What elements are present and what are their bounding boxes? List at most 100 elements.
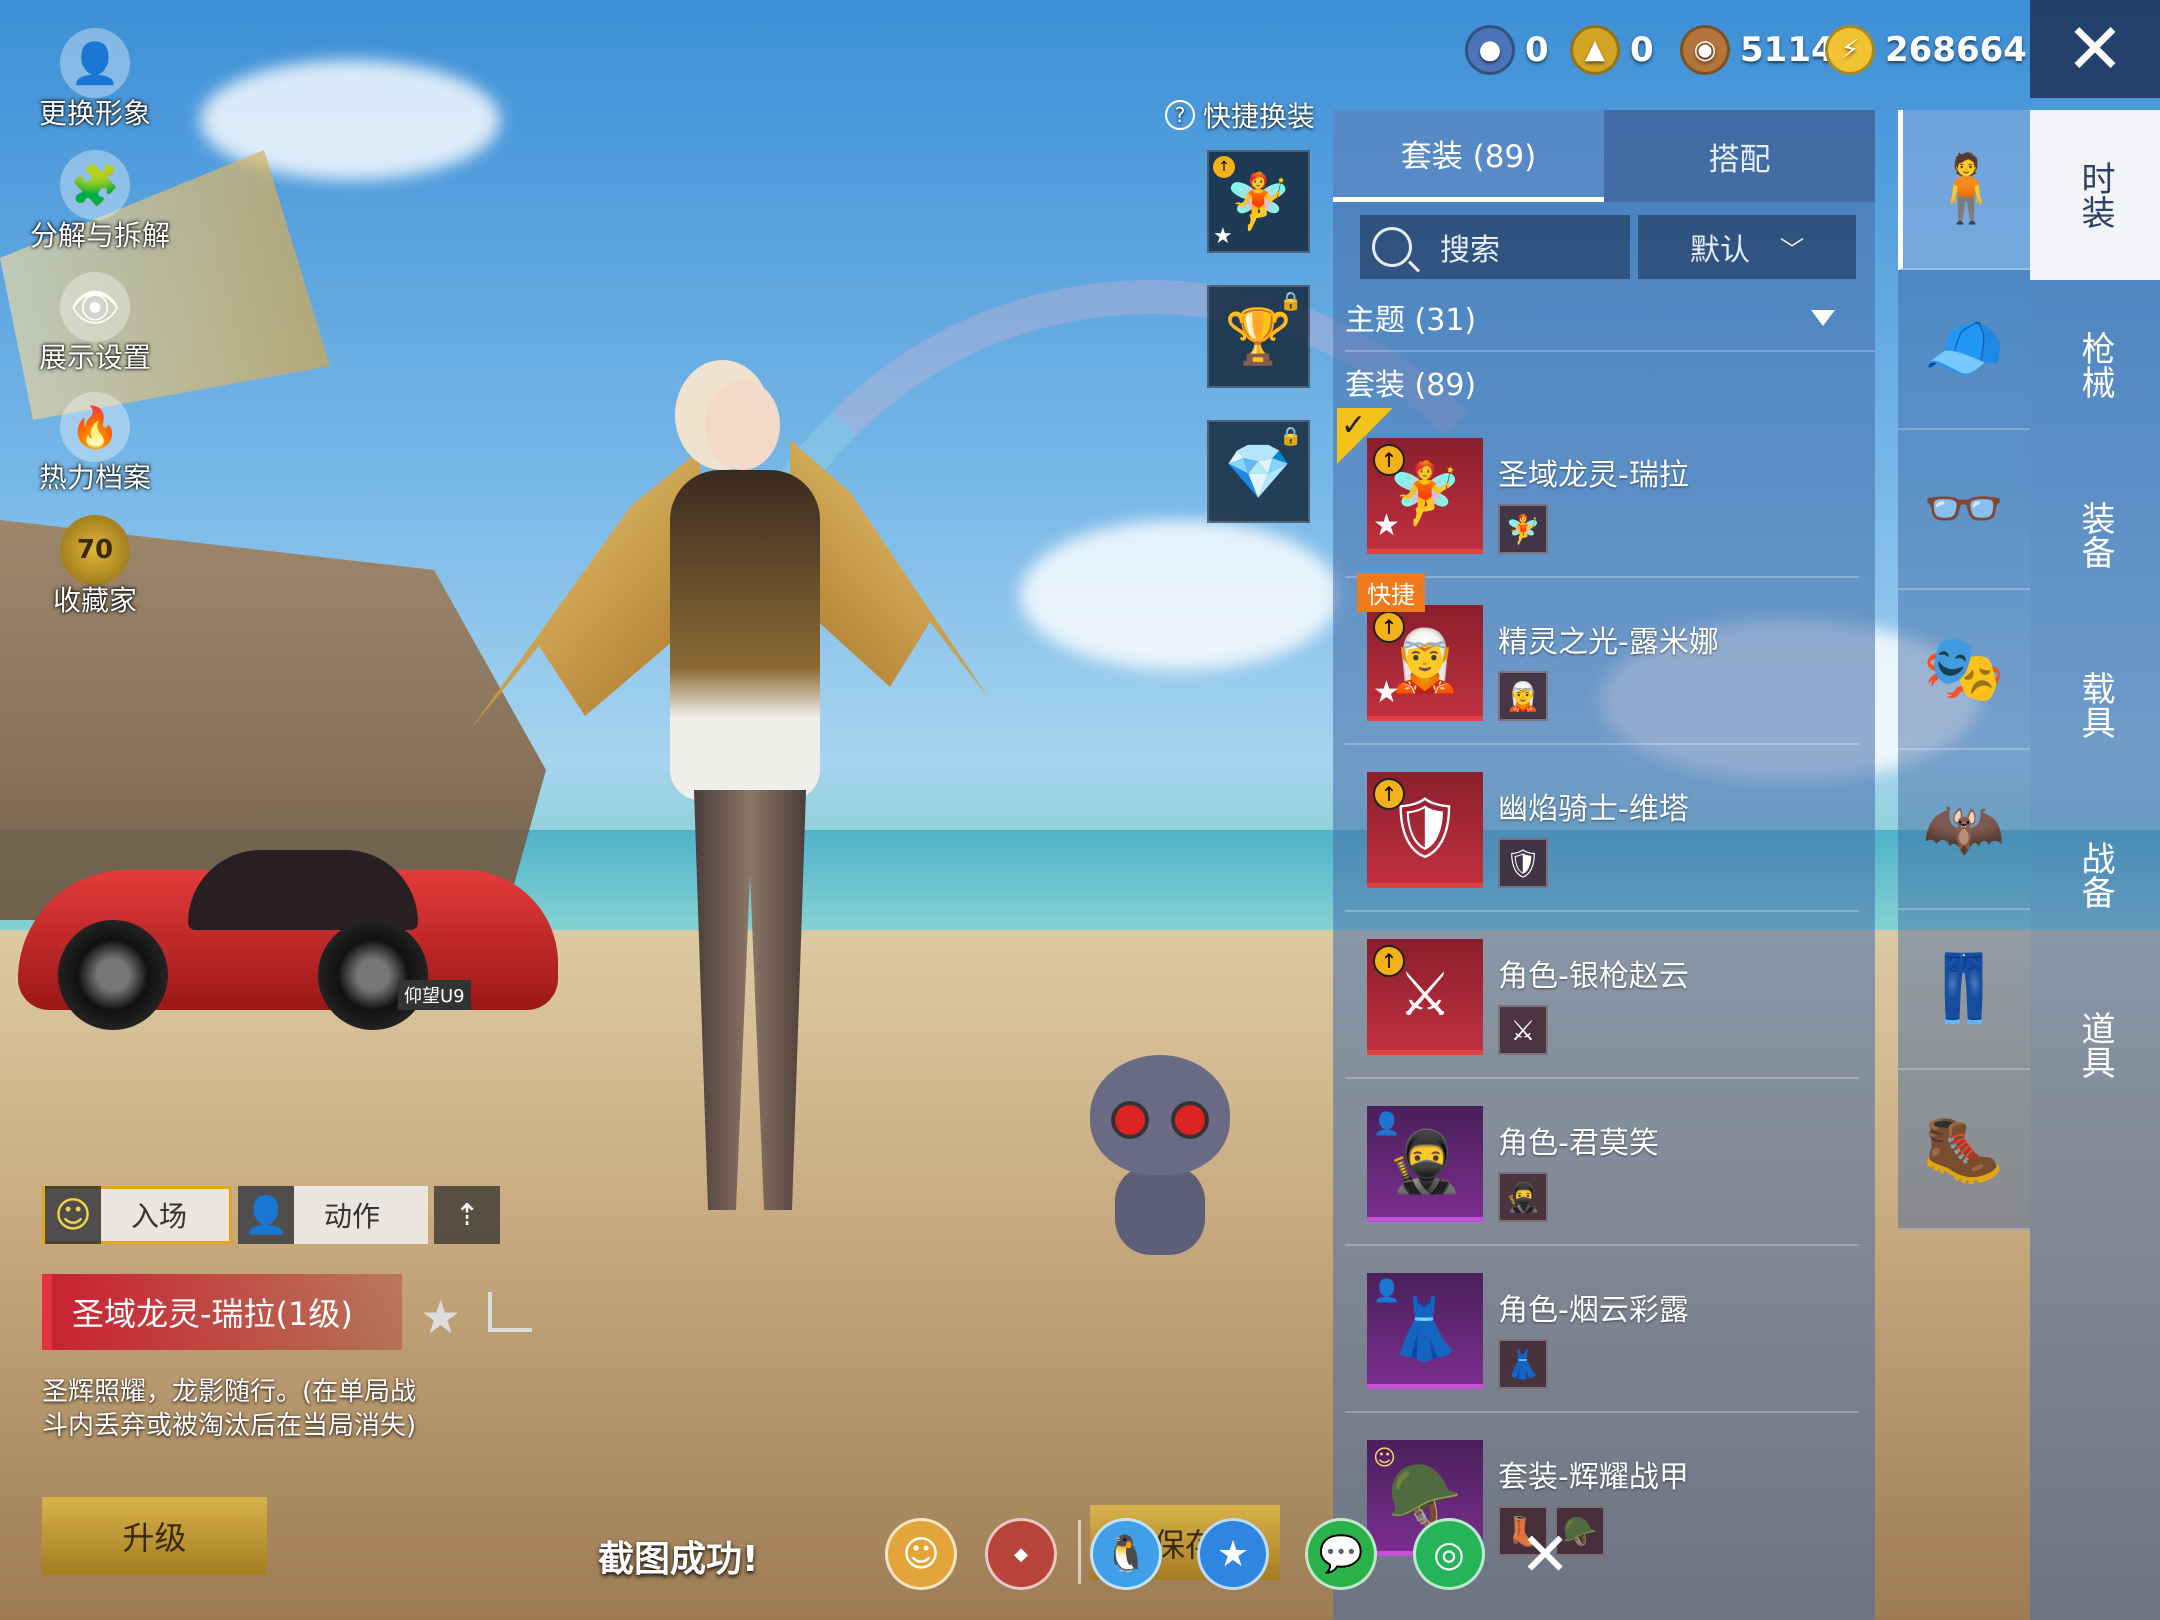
winged-outfit-icon[interactable]: 🦇 bbox=[1898, 750, 2030, 910]
item-name: 角色-君莫笑 bbox=[1498, 1126, 1659, 1161]
decompose-label: 分解与拆解 bbox=[30, 219, 171, 252]
glasses-icon[interactable]: 👓 bbox=[1898, 430, 2030, 590]
friend-icon[interactable]: ☺ bbox=[885, 1518, 957, 1590]
category-column: 🧍 🧢 👓 🎭 🦇 👖 🥾 bbox=[1898, 110, 2030, 1230]
tab-label: 装备 bbox=[2075, 501, 2115, 569]
item-thumbnail: 👗 👤 bbox=[1367, 1273, 1483, 1389]
boots-icon[interactable]: 🥾 bbox=[1898, 1070, 2030, 1230]
item-name: 精灵之光-露米娜 bbox=[1498, 625, 1719, 660]
star-icon: ★ bbox=[1373, 508, 1400, 543]
screenshot-toast: 截图成功! bbox=[598, 1539, 759, 1580]
outfit-description: 圣辉照耀，龙影随行。(在单局战斗内丢弃或被淘汰后在当局消失) bbox=[42, 1377, 417, 1441]
motion-button[interactable]: 👤 动作 bbox=[238, 1186, 428, 1244]
search-row: 搜索 默认 ﹀ bbox=[1360, 215, 1860, 279]
crest-coin-icon: ▲ bbox=[1570, 25, 1620, 75]
wheel bbox=[318, 920, 428, 1030]
qzone-icon[interactable]: ★ bbox=[1197, 1518, 1269, 1590]
wechat-icon[interactable]: 💬 bbox=[1305, 1518, 1377, 1590]
currency-value: 268664 bbox=[1885, 30, 2027, 70]
motion-label: 动作 bbox=[324, 1200, 381, 1233]
search-label: 搜索 bbox=[1440, 233, 1500, 268]
list-item[interactable]: 👗 👤 角色-烟云彩露 👗 bbox=[1345, 1263, 1859, 1413]
entrance-label: 入场 bbox=[131, 1200, 188, 1233]
tab-combat-gear[interactable]: 战备 bbox=[2030, 790, 2160, 960]
theme-header[interactable]: 主题 (31) bbox=[1345, 295, 1476, 339]
wheel bbox=[58, 920, 168, 1030]
diamond-icon: 💎 bbox=[1224, 439, 1293, 503]
tab-label: 时装 bbox=[2075, 161, 2115, 229]
caret-down-icon[interactable] bbox=[1811, 310, 1835, 326]
share-icon[interactable] bbox=[488, 1292, 532, 1332]
puzzle-icon: 🧩 bbox=[60, 150, 130, 220]
arrow-up-icon: ⇡ bbox=[454, 1197, 480, 1233]
close-button[interactable]: ✕ bbox=[2030, 0, 2160, 98]
part-icon: 🛡 bbox=[1498, 838, 1548, 888]
upgrade-badge-icon: ↑ bbox=[1373, 945, 1405, 977]
quick-slot-diamond[interactable]: 💎 🔒 bbox=[1207, 420, 1310, 523]
tab-items[interactable]: 道具 bbox=[2030, 960, 2160, 1130]
part-icon: 🧝 bbox=[1498, 671, 1548, 721]
outfit-icon: 🧚 bbox=[1224, 169, 1293, 233]
upgrade-button[interactable]: 升级 bbox=[42, 1497, 267, 1575]
item-name: 角色-烟云彩露 bbox=[1498, 1293, 1689, 1328]
list-item[interactable]: ⚔ ↑ 角色-银枪赵云 ⚔ bbox=[1345, 929, 1859, 1079]
list-item[interactable]: 🥷 👤 角色-君莫笑 🥷 bbox=[1345, 1096, 1859, 1246]
tab-combos[interactable]: 搭配 bbox=[1604, 110, 1875, 202]
list-item[interactable]: 🧚 ↑ ★ ✓ 圣域龙灵-瑞拉 🧚 bbox=[1337, 408, 1859, 578]
currency-value: 5114 bbox=[1740, 30, 1835, 70]
tab-suits[interactable]: 套装 (89) bbox=[1333, 110, 1604, 202]
upgrade-badge-icon: ↑ bbox=[1373, 444, 1405, 476]
currency-lightning: ⚡ 268664 bbox=[1825, 22, 2027, 78]
game-for-peace-icon[interactable]: ◆ bbox=[985, 1518, 1057, 1590]
outfit-icon: ⚔ bbox=[1398, 959, 1452, 1030]
tab-label: 枪械 bbox=[2075, 331, 2115, 399]
display-settings-button[interactable]: 👁 展示设置 bbox=[30, 272, 160, 376]
help-icon[interactable]: ? bbox=[1165, 100, 1195, 130]
pet bbox=[1090, 1055, 1230, 1265]
collector-label: 收藏家 bbox=[52, 584, 137, 617]
search-input[interactable]: 搜索 bbox=[1360, 215, 1630, 279]
display-settings-label: 展示设置 bbox=[38, 341, 151, 374]
decompose-button[interactable]: 🧩 分解与拆解 bbox=[30, 150, 171, 254]
quick-slot-trophy[interactable]: 🏆 🔒 bbox=[1207, 285, 1310, 388]
medal-coin-icon: ● bbox=[1465, 25, 1515, 75]
cap-icon[interactable]: 🧢 bbox=[1898, 270, 2030, 430]
heat-profile-button[interactable]: 🔥 热力档案 bbox=[30, 392, 160, 496]
action-row: ☺ 入场 👤 动作 ⇡ bbox=[42, 1186, 500, 1246]
avatar-icon: 👤 bbox=[60, 28, 130, 98]
main-tabs: 时装 枪械 装备 载具 战备 道具 bbox=[2030, 110, 2160, 1620]
tab-label: 战备 bbox=[2075, 841, 2115, 909]
item-thumbnail: ⚔ ↑ bbox=[1367, 939, 1483, 1055]
quick-slot-outfit[interactable]: ↑ 🧚 ★ bbox=[1207, 150, 1310, 253]
item-thumbnail: 🧚 ↑ ★ bbox=[1367, 438, 1483, 554]
moments-icon[interactable]: ◎ bbox=[1413, 1518, 1485, 1590]
pants-icon[interactable]: 👖 bbox=[1898, 910, 2030, 1070]
mask-icon[interactable]: 🎭 bbox=[1898, 590, 2030, 750]
share-divider bbox=[1078, 1520, 1081, 1584]
upgrade-badge-icon: ↑ bbox=[1373, 778, 1405, 810]
collapse-up-button[interactable]: ⇡ bbox=[434, 1186, 500, 1244]
lock-icon: 🔒 bbox=[1279, 426, 1302, 447]
eye-icon: 👁 bbox=[60, 272, 130, 342]
list-item[interactable]: 🛡 ↑ 幽焰骑士-维塔 🛡 bbox=[1345, 762, 1859, 912]
collector-button[interactable]: 70 收藏家 bbox=[30, 515, 160, 619]
close-share-icon[interactable]: ✕ bbox=[1520, 1520, 1570, 1590]
sort-dropdown[interactable]: 默认 ﹀ bbox=[1638, 215, 1856, 279]
list-item[interactable]: 🧝 ↑ ★ 快捷 精灵之光-露米娜 🧝 bbox=[1345, 573, 1859, 745]
quick-change-header[interactable]: ? 快捷换装 bbox=[1165, 95, 1315, 135]
outfit-category-icon[interactable]: 🧍 bbox=[1898, 110, 2030, 270]
tab-guns[interactable]: 枪械 bbox=[2030, 280, 2160, 450]
favorite-star-icon[interactable]: ★ bbox=[420, 1290, 461, 1344]
person-icon: 👤 bbox=[1373, 1279, 1401, 1304]
tab-vehicles[interactable]: 载具 bbox=[2030, 620, 2160, 790]
currency-bronze: ◉ 5114 bbox=[1680, 22, 1835, 78]
change-avatar-button[interactable]: 👤 更换形象 bbox=[30, 28, 160, 132]
qq-icon[interactable]: 🐧 bbox=[1090, 1518, 1162, 1590]
tab-fashion[interactable]: 时装 bbox=[2030, 110, 2160, 280]
item-name: 角色-银枪赵云 bbox=[1498, 959, 1689, 994]
entrance-button[interactable]: ☺ 入场 bbox=[42, 1186, 232, 1244]
tab-equipment[interactable]: 装备 bbox=[2030, 450, 2160, 620]
person-motion-icon: 👤 bbox=[238, 1186, 294, 1244]
quick-change-label: 快捷换装 bbox=[1203, 100, 1316, 133]
chevron-down-icon: ﹀ bbox=[1780, 235, 1804, 264]
